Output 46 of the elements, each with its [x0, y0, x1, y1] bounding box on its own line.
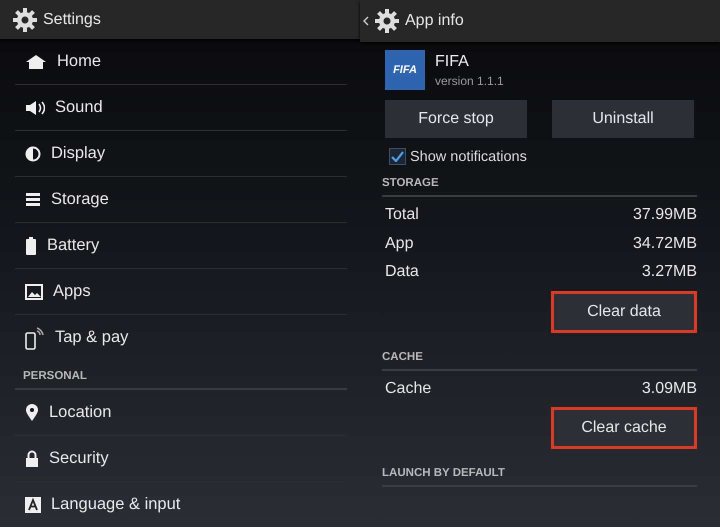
settings-menu-item[interactable]: Home	[57, 52, 102, 71]
clear-button[interactable]: Clear cache	[551, 407, 697, 449]
section-header: STORAGE	[382, 177, 439, 189]
section-header: PERSONAL	[23, 370, 87, 382]
screen-title: Settings	[43, 10, 101, 28]
settings-icon	[12, 6, 38, 32]
settings-menu-item[interactable]: Tap & pay	[55, 328, 128, 347]
action-button[interactable]: Uninstall	[552, 100, 694, 138]
battery-icon	[25, 236, 37, 254]
settings-menu-item[interactable]: Display	[51, 144, 106, 163]
app-icon: FIFA	[385, 50, 425, 90]
app-name: FIFA	[435, 52, 470, 70]
settings-menu-item[interactable]: Language & input	[51, 495, 180, 514]
section-header: CACHE	[382, 350, 423, 362]
storage-label: Total	[385, 206, 419, 224]
phone-icon	[25, 326, 45, 350]
home-icon	[25, 54, 47, 70]
image-icon	[25, 284, 43, 300]
storage-value: 3.09MB	[642, 380, 697, 398]
settings-menu-item[interactable]: Security	[49, 449, 109, 468]
screen-title: App info	[405, 12, 464, 30]
settings-menu-item[interactable]: Location	[49, 403, 112, 422]
location-pin-icon	[25, 404, 39, 422]
settings-menu-item[interactable]: Storage	[51, 190, 109, 209]
storage-value: 37.99MB	[632, 206, 697, 224]
storage-value: 3.27MB	[642, 263, 697, 282]
settings-menu-item[interactable]: Sound	[55, 98, 103, 117]
settings-menu-item[interactable]: Battery	[47, 236, 100, 255]
settings-icon	[374, 8, 400, 34]
keyboard-letter-icon	[25, 496, 41, 512]
back-icon[interactable]	[363, 16, 369, 26]
storage-icon	[25, 192, 41, 208]
storage-label: App	[385, 234, 414, 253]
clear-button[interactable]: Clear data	[551, 290, 697, 332]
storage-label: Cache	[385, 380, 432, 398]
brightness-icon	[25, 146, 41, 162]
action-button[interactable]: Force stop	[385, 100, 527, 138]
app-version: version 1.1.1	[435, 74, 504, 88]
lock-icon	[25, 450, 39, 467]
speaker-icon	[25, 100, 45, 116]
checkbox-label: Show notifications	[410, 148, 527, 164]
settings-menu-item[interactable]: Apps	[53, 282, 91, 301]
storage-value: 34.72MB	[632, 234, 697, 253]
storage-label: Data	[385, 263, 419, 282]
section-header: LAUNCH BY DEFAULT	[382, 467, 505, 479]
checkbox[interactable]	[389, 148, 406, 165]
